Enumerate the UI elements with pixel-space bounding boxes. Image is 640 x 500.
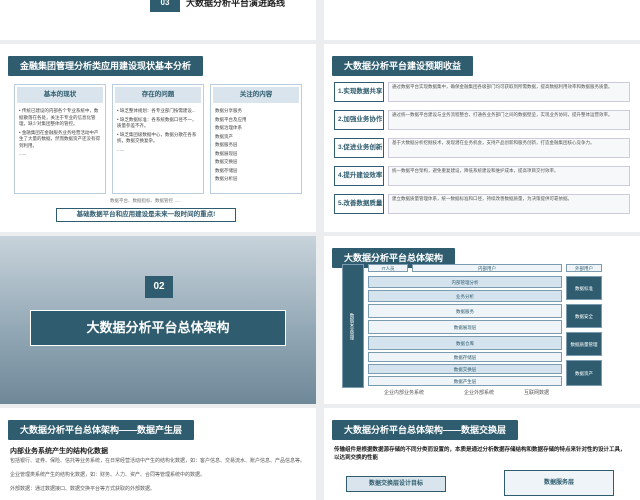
column-line: ...... <box>117 146 125 152</box>
slide-header: 金融集团管理分析类应用建设现状基本分析 <box>8 56 204 76</box>
benefit-text: 建立数据质量管理体系，统一数据标准和口径，持续改善数据质量，为决策提供可靠依据。 <box>388 194 630 214</box>
column-current-status: 基本的现状 • 传统已建设的内部各个专业系统中，数据散落在各处，关注于专业的信息… <box>14 84 106 194</box>
it-users: IT人员 <box>368 264 408 272</box>
slide-header: 大数据分析平台总体架构——数据产生层 <box>8 420 195 440</box>
slide-architecture[interactable]: 大数据分析平台总体架构 IT人员 内部用户 外部用户 数据安全管理 内部管理分析… <box>324 236 640 404</box>
column-line: • 缺乏集团级数据中心，数据分散在各系统，数据交换复杂。 <box>117 131 197 144</box>
arch-right: 数据资产 <box>566 360 602 386</box>
benefit-label: 2.加强业务协作 <box>334 110 384 130</box>
column-line: • 缺乏数据标准：各系统数据口径不一，质量参差不齐。 <box>117 116 197 129</box>
column-line: 数据治理体系 <box>215 125 242 130</box>
column-line: ...... <box>19 151 27 156</box>
benefit-row: 1.实现数据共享 通过数据平台实现数据集中，确保金融集团各级部门均可获取到所需数… <box>334 82 630 102</box>
internal-users: 内部用户 <box>412 264 562 272</box>
body-line: 企业管理类系统产生的结构化数据，如：财务、人力、资产、合同等管理系统中的数据。 <box>10 472 206 478</box>
benefit-row: 4.提升建设效率 统一数据平台架构，避免重复建设，降低系统建设和维护成本，提高项… <box>334 166 630 186</box>
benefit-label: 4.提升建设效率 <box>334 166 384 186</box>
banner: 基础数据平台和应用建设是未来一段时间的重点! <box>56 208 236 222</box>
column-problems: 存在的问题 • 缺乏整体规划：各专业部门按需建设... • 缺乏数据标准：各系统… <box>112 84 204 194</box>
column-line: 数据服务层 <box>215 142 238 147</box>
section-number: 03 <box>150 0 180 12</box>
benefit-text: 基于大数据分析挖掘技术，发现潜在业务机会，支持产品创新和服务创新，打造金融集团核… <box>388 138 630 158</box>
benefit-label: 5.改善数据质量 <box>334 194 384 214</box>
slide-data-exchange[interactable]: 大数据分析平台总体架构——数据交换层 传输组件是根据数据源存储的不同分类而设置的… <box>324 408 640 500</box>
column-line: 数据展现层 <box>215 150 238 156</box>
slide-header: 大数据分析平台建设预期收益 <box>332 56 474 76</box>
column-title: 存在的问题 <box>115 87 201 103</box>
arch-block: 数据服务 <box>368 304 562 318</box>
bottom-label: 互联网数据 <box>524 390 550 396</box>
column-focus: 关注的内容 数据分享服务 数据平台及应用 数据治理体系 数据资产 数据服务层 数… <box>210 84 302 194</box>
bottom-label: 企业内部业务系统 <box>384 390 425 396</box>
column-title: 关注的内容 <box>213 87 299 103</box>
section-title: 大数据分析平台总体架构 <box>30 310 286 346</box>
slide-data-production[interactable]: 大数据分析平台总体架构——数据产生层 内部业务系统产生的结构化数据 包括银行、证… <box>0 408 316 500</box>
section-number: 02 <box>145 276 173 298</box>
arch-block: 内部管理分析 <box>368 276 562 288</box>
column-title: 基本的现状 <box>17 87 103 103</box>
column-line: 数据交换层 <box>215 159 238 164</box>
arch-block: 数据产生层 <box>368 376 562 386</box>
column-line: 数据分享服务 <box>215 108 242 113</box>
slide-section-03[interactable]: 03 大数据分析平台演进路线 <box>0 0 316 40</box>
column-line: • 金融集团在金融服务业务经营活动中产生了大量的数据，然而数据资产还没有得到利用… <box>19 129 100 148</box>
right-box: 数据服务层 <box>504 470 614 496</box>
slide-expected-benefits[interactable]: 大数据分析平台建设预期收益 1.实现数据共享 通过数据平台实现数据集中，确保金融… <box>324 44 640 232</box>
security-column: 数据安全管理 <box>342 264 364 388</box>
arch-block: 数据仓库 <box>368 336 562 350</box>
benefit-text: 通过统一数据平台建设与业务流程整合，打通各业务部门之间的数据壁垒，实现业务协同，… <box>388 110 630 130</box>
arch-block: 数据存储层 <box>368 352 562 362</box>
body-line: 包括银行、证券、保险、信托等业务系统，在日常经营活动中产生的结构化数据，如：客户… <box>10 458 306 464</box>
column-line: • 缺乏整体规划：各专业部门按需建设... <box>117 108 196 113</box>
slide-section-02[interactable]: 02 大数据分析平台总体架构 <box>0 236 316 404</box>
arch-right: 数据标准 <box>566 276 602 300</box>
benefit-row: 3.促进业务创新 基于大数据分析挖掘技术，发现潜在业务机会，支持产品创新和服务创… <box>334 138 630 158</box>
benefit-text: 通过数据平台实现数据集中，确保金融集团各级部门均可获取到所需数据，提高数据利用效… <box>388 82 630 102</box>
benefit-label: 3.促进业务创新 <box>334 138 384 158</box>
arch-block: 业务分析 <box>368 290 562 302</box>
body-line: 外部数据：通过数据接口、数据交换平台等方式获取的外部数据。 <box>10 486 156 492</box>
benefit-text: 统一数据平台架构，避免重复建设，降低系统建设和维护成本，提高项目交付效率。 <box>388 166 630 186</box>
intro-text: 传输组件是根据数据源存储的不同分类而设置的，本质是通过分析数据存储结构和数据存储… <box>334 447 626 461</box>
column-line: 数据存储层 <box>215 167 238 173</box>
footnote: 数据平台、数据指标、数据管控 ...... <box>110 198 182 203</box>
slide-subtitle: 内部业务系统产生的结构化数据 <box>10 448 108 455</box>
arch-block: 数据交换层 <box>368 364 562 374</box>
slide-status-analysis[interactable]: 金融集团管理分析类应用建设现状基本分析 基本的现状 • 传统已建设的内部各个专业… <box>0 44 316 232</box>
column-line: • 传统已建设的内部各个专业系统中，数据散落在各处，关注于专业的信息化管理，缺少… <box>19 108 99 126</box>
arch-right: 数据质量管理 <box>566 332 602 356</box>
benefit-label: 1.实现数据共享 <box>334 82 384 102</box>
section-title: 大数据分析平台演进路线 <box>186 0 286 8</box>
arch-block: 数据展现层 <box>368 320 562 334</box>
arch-right: 数据安全 <box>566 304 602 328</box>
column-line: 数据分析层 <box>215 176 238 181</box>
column-line: 数据资产 <box>215 133 233 139</box>
benefit-row: 5.改善数据质量 建立数据质量管理体系，统一数据标准和口径，持续改善数据质量，为… <box>334 194 630 214</box>
slide-blank[interactable] <box>324 0 640 40</box>
left-box: 数据交换层设计目标 <box>346 476 446 492</box>
benefit-row: 2.加强业务协作 通过统一数据平台建设与业务流程整合，打通各业务部门之间的数据壁… <box>334 110 630 130</box>
slide-header: 大数据分析平台总体架构——数据交换层 <box>332 420 519 440</box>
column-line: 数据平台及应用 <box>215 116 247 122</box>
external-users: 外部用户 <box>566 264 602 272</box>
bottom-label: 企业外部系统 <box>464 390 495 396</box>
